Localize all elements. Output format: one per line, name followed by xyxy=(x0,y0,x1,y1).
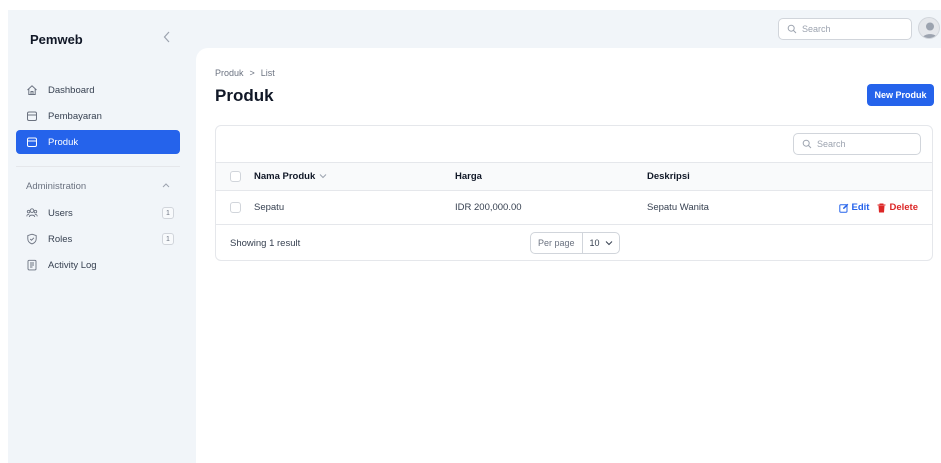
sidebar-item-label: Roles xyxy=(48,233,73,245)
trash-icon xyxy=(877,203,886,212)
collapse-sidebar-button[interactable] xyxy=(160,29,174,47)
sidebar-group-administration[interactable]: Administration xyxy=(16,175,180,197)
sidebar-item-label: Activity Log xyxy=(48,259,97,271)
home-icon xyxy=(26,84,38,96)
count-badge: 1 xyxy=(162,233,174,245)
search-placeholder: Search xyxy=(802,24,831,34)
sort-chevron-down-icon xyxy=(319,172,327,181)
column-header-label: Nama Produk xyxy=(254,171,316,182)
log-icon xyxy=(26,259,38,271)
search-icon xyxy=(787,24,797,34)
row-actions: Edit Delete xyxy=(838,191,918,224)
sidebar-item-produk[interactable]: Produk xyxy=(16,130,180,154)
column-header-nama-produk[interactable]: Nama Produk xyxy=(254,163,327,190)
delete-label: Delete xyxy=(889,202,918,213)
per-page-select[interactable]: Per page 10 xyxy=(530,232,620,254)
sidebar-item-pembayaran[interactable]: Pembayaran xyxy=(16,104,180,128)
search-placeholder: Search xyxy=(817,139,846,149)
table-header: Nama Produk Harga Deskripsi xyxy=(216,163,932,191)
sidebar-item-label: Dashboard xyxy=(48,84,95,96)
chevron-left-icon xyxy=(163,31,170,43)
app-frame: Pemweb Dashboard Pembayaran Produk Admin… xyxy=(8,10,941,463)
sidebar-nav: Dashboard Pembayaran Produk Administrati… xyxy=(8,78,188,279)
column-header-deskripsi: Deskripsi xyxy=(647,171,690,182)
shield-icon xyxy=(26,233,38,245)
search-icon xyxy=(802,139,812,149)
sidebar-item-label: Users xyxy=(48,207,73,219)
chevron-up-icon xyxy=(162,180,170,190)
sidebar-item-label: Pembayaran xyxy=(48,110,102,122)
user-avatar[interactable] xyxy=(918,17,940,39)
global-search-input[interactable]: Search xyxy=(778,18,912,40)
delete-button[interactable]: Delete xyxy=(877,202,918,213)
archive-icon xyxy=(26,110,38,122)
sidebar-item-dashboard[interactable]: Dashboard xyxy=(16,78,180,102)
archive-icon xyxy=(26,136,38,148)
table-toolbar: Search xyxy=(216,126,932,163)
count-badge: 1 xyxy=(162,207,174,219)
breadcrumb: Produk > List xyxy=(215,68,275,78)
sidebar-group-label: Administration xyxy=(26,180,87,192)
select-all-checkbox[interactable] xyxy=(230,171,241,182)
table-search-input[interactable]: Search xyxy=(793,133,921,155)
per-page-value: 10 xyxy=(583,238,613,248)
sidebar-item-users[interactable]: Users 1 xyxy=(16,201,180,225)
table-row: Sepatu IDR 200,000.00 Sepatu Wanita Edit… xyxy=(216,191,932,225)
cell-nama-produk: Sepatu xyxy=(254,202,285,213)
result-count: Showing 1 result xyxy=(230,237,301,249)
cell-harga: IDR 200,000.00 xyxy=(455,202,522,213)
sidebar: Pemweb Dashboard Pembayaran Produk Admin… xyxy=(8,10,188,463)
sidebar-item-roles[interactable]: Roles 1 xyxy=(16,227,180,251)
row-checkbox[interactable] xyxy=(230,202,241,213)
table-footer: Showing 1 result Per page 10 xyxy=(216,225,932,260)
users-icon xyxy=(26,207,38,219)
sidebar-item-label: Produk xyxy=(48,136,79,148)
chevron-down-icon xyxy=(605,241,612,246)
per-page-selected: 10 xyxy=(589,238,600,248)
column-header-harga: Harga xyxy=(455,171,482,182)
produk-table: Search Nama Produk Harga Deskripsi Sepat… xyxy=(215,125,933,261)
brand-logo[interactable]: Pemweb xyxy=(30,32,83,47)
edit-button[interactable]: Edit xyxy=(838,202,870,213)
edit-icon xyxy=(838,203,848,213)
edit-label: Edit xyxy=(851,202,870,213)
breadcrumb-separator: > xyxy=(249,68,255,78)
new-produk-button[interactable]: New Produk xyxy=(867,84,934,106)
main-content: Produk > List Produk New Produk Search N… xyxy=(196,48,941,463)
breadcrumb-item-produk[interactable]: Produk xyxy=(215,68,244,78)
sidebar-item-activity-log[interactable]: Activity Log xyxy=(16,253,180,277)
per-page-label: Per page xyxy=(531,233,583,253)
breadcrumb-item-list: List xyxy=(260,68,275,78)
cell-deskripsi: Sepatu Wanita xyxy=(647,202,709,213)
sidebar-divider xyxy=(16,166,180,167)
user-icon xyxy=(922,22,938,38)
page-title: Produk xyxy=(215,86,274,105)
